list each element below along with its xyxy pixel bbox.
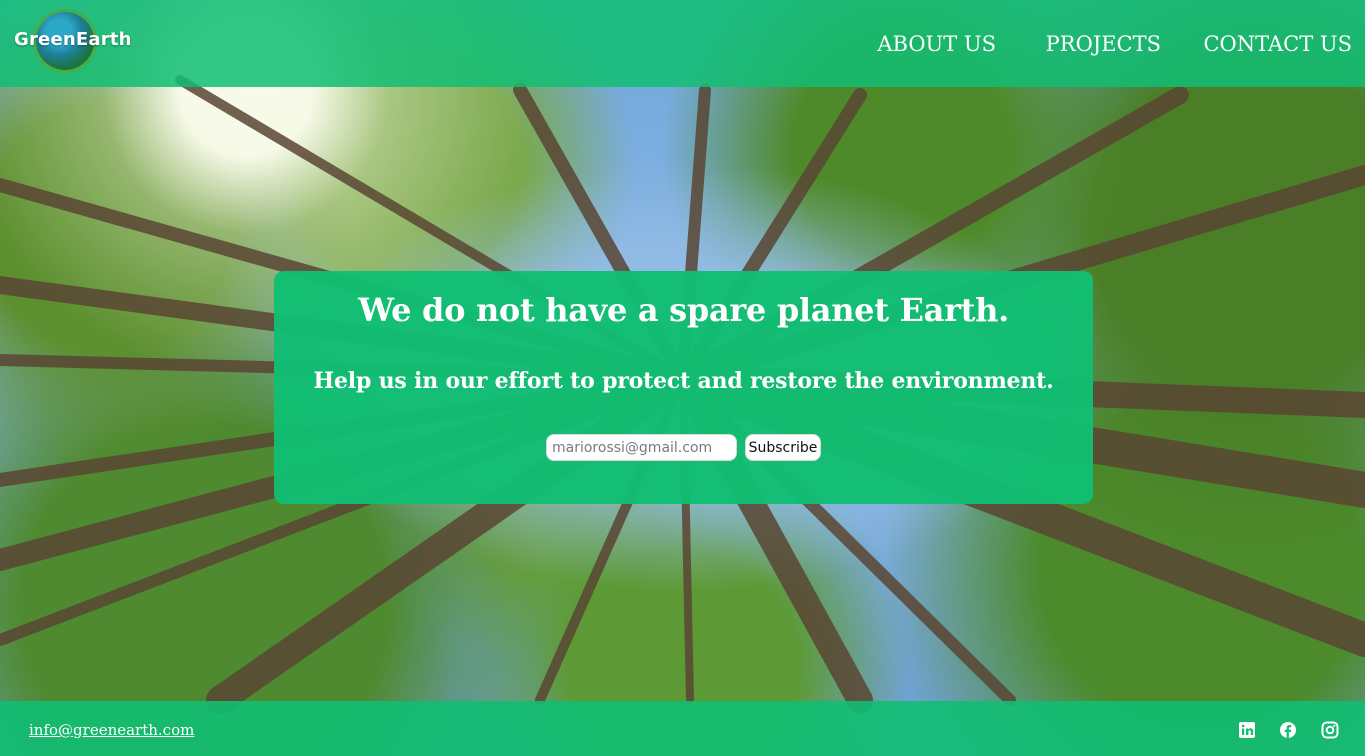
footer-email-link[interactable]: info@greenearth.com [29,721,194,739]
facebook-icon[interactable] [1279,721,1297,739]
subscribe-button[interactable]: Subscribe [745,434,821,461]
email-input[interactable] [546,434,737,461]
site-footer: info@greenearth.com [0,701,1365,756]
hero-headline: We do not have a spare planet Earth. [358,291,1009,329]
subscribe-form: Subscribe [546,434,836,462]
hero-subheadline: Help us in our effort to protect and res… [313,368,1054,394]
instagram-icon[interactable] [1321,721,1339,739]
nav-item-projects[interactable]: PROJECTS [1046,32,1161,56]
nav-item-about-us[interactable]: ABOUT US [877,32,996,56]
hero-panel: We do not have a spare planet Earth. Hel… [274,271,1093,504]
nav-item-contact-us[interactable]: CONTACT US [1203,32,1352,56]
brand-logo[interactable]: GreenEarth [14,10,131,72]
linkedin-icon[interactable] [1238,721,1256,739]
site-header: GreenEarth ABOUT US PROJECTS CONTACT US [0,0,1365,87]
brand-logo-text: GreenEarth [14,29,132,50]
